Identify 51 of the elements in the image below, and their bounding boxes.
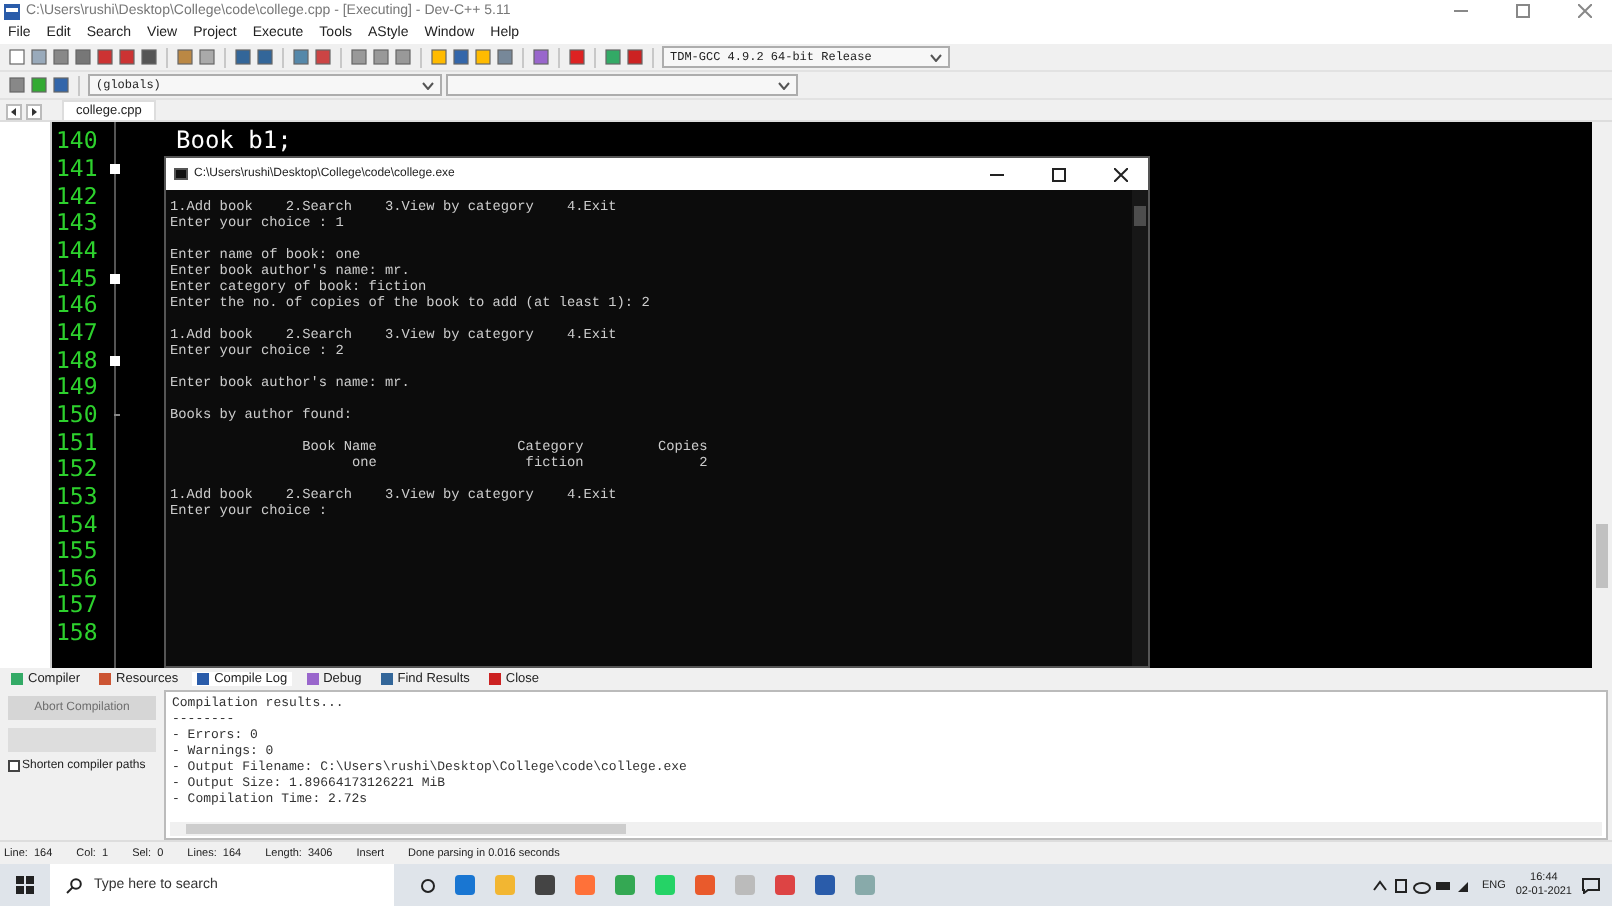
line-number: 158 xyxy=(54,620,98,647)
fold-marker[interactable] xyxy=(110,273,120,284)
line-number: 150 xyxy=(54,401,98,428)
line-number: 145 xyxy=(54,265,98,292)
tab-icon xyxy=(305,672,320,686)
windows-start-icon[interactable] xyxy=(16,876,34,894)
tab-icon xyxy=(379,672,394,686)
scroll-left-button[interactable] xyxy=(6,104,22,120)
caret-icon xyxy=(778,81,790,89)
line-number: 152 xyxy=(54,456,98,483)
line-number: 147 xyxy=(54,319,98,346)
line-number: 153 xyxy=(54,483,98,510)
line-number: 156 xyxy=(54,565,98,592)
line-number: 157 xyxy=(54,592,98,619)
line-number: 149 xyxy=(54,374,98,401)
taskbar-app-icon[interactable] xyxy=(814,874,836,896)
taskbar-app-icon[interactable] xyxy=(454,874,476,896)
search-icon xyxy=(66,877,82,893)
tab-icon xyxy=(10,672,24,686)
scroll-right-button[interactable] xyxy=(26,104,42,120)
line-number: 146 xyxy=(54,292,98,319)
caret-icon xyxy=(930,53,942,61)
notification-icon[interactable] xyxy=(1582,877,1600,893)
console-icon xyxy=(174,168,188,180)
maximize-icon[interactable] xyxy=(1051,167,1065,181)
line-number: 144 xyxy=(54,237,98,264)
line-number: 155 xyxy=(54,538,98,565)
console-scrollbar[interactable] xyxy=(1132,190,1148,666)
line-number: 142 xyxy=(54,183,98,210)
line-number: 143 xyxy=(54,210,98,237)
fold-end-marker xyxy=(114,413,120,416)
code-line: Book b1; xyxy=(176,128,294,156)
horizontal-scrollbar[interactable] xyxy=(170,822,1602,836)
fold-marker[interactable] xyxy=(110,163,120,174)
code-editor[interactable] xyxy=(52,122,1592,668)
line-number: 140 xyxy=(54,128,98,155)
tab-icon xyxy=(487,672,502,686)
tab-icon xyxy=(196,672,211,686)
line-number: 154 xyxy=(54,511,98,538)
taskbar-app-icon[interactable] xyxy=(534,874,556,896)
console-window[interactable] xyxy=(164,156,1150,668)
tray-icons-drawing[interactable] xyxy=(1371,877,1472,893)
line-number: 151 xyxy=(54,429,98,456)
close-icon[interactable] xyxy=(1113,167,1127,181)
line-number: 148 xyxy=(54,347,98,374)
line-number: 141 xyxy=(54,155,98,182)
fold-marker[interactable] xyxy=(110,355,120,366)
taskbar-app-icon[interactable] xyxy=(774,874,796,896)
task-view-icon[interactable] xyxy=(420,877,436,893)
caret-icon xyxy=(422,81,434,89)
tab-icon xyxy=(98,672,113,686)
